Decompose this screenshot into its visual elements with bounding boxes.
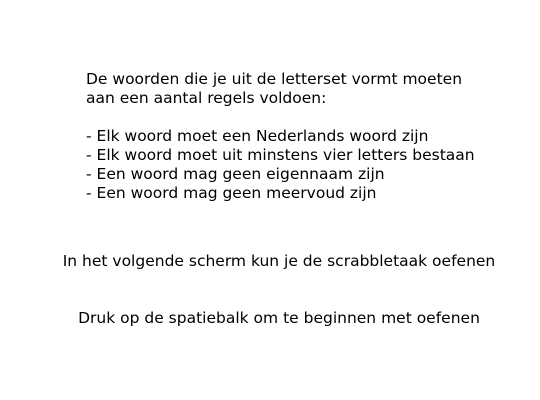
next-screen-message: In het volgende scherm kun je de scrabbl… (62, 252, 496, 270)
rule-item: - Een woord mag geen eigennaam zijn (86, 165, 385, 183)
rule-item: - Elk woord moet een Nederlands woord zi… (86, 127, 429, 145)
intro-line: aan een aantal regels voldoen: (86, 89, 327, 107)
rule-item: - Een woord mag geen meervoud zijn (86, 184, 377, 202)
press-space-prompt: Druk op de spatiebalk om te beginnen met… (78, 309, 480, 327)
rules-list: - Elk woord moet een Nederlands woord zi… (86, 127, 526, 203)
rule-item: - Elk woord moet uit minstens vier lette… (86, 146, 475, 164)
instruction-block: De woorden die je uit de letterset vormt… (86, 70, 526, 203)
intro-line: De woorden die je uit de letterset vormt… (86, 70, 463, 88)
